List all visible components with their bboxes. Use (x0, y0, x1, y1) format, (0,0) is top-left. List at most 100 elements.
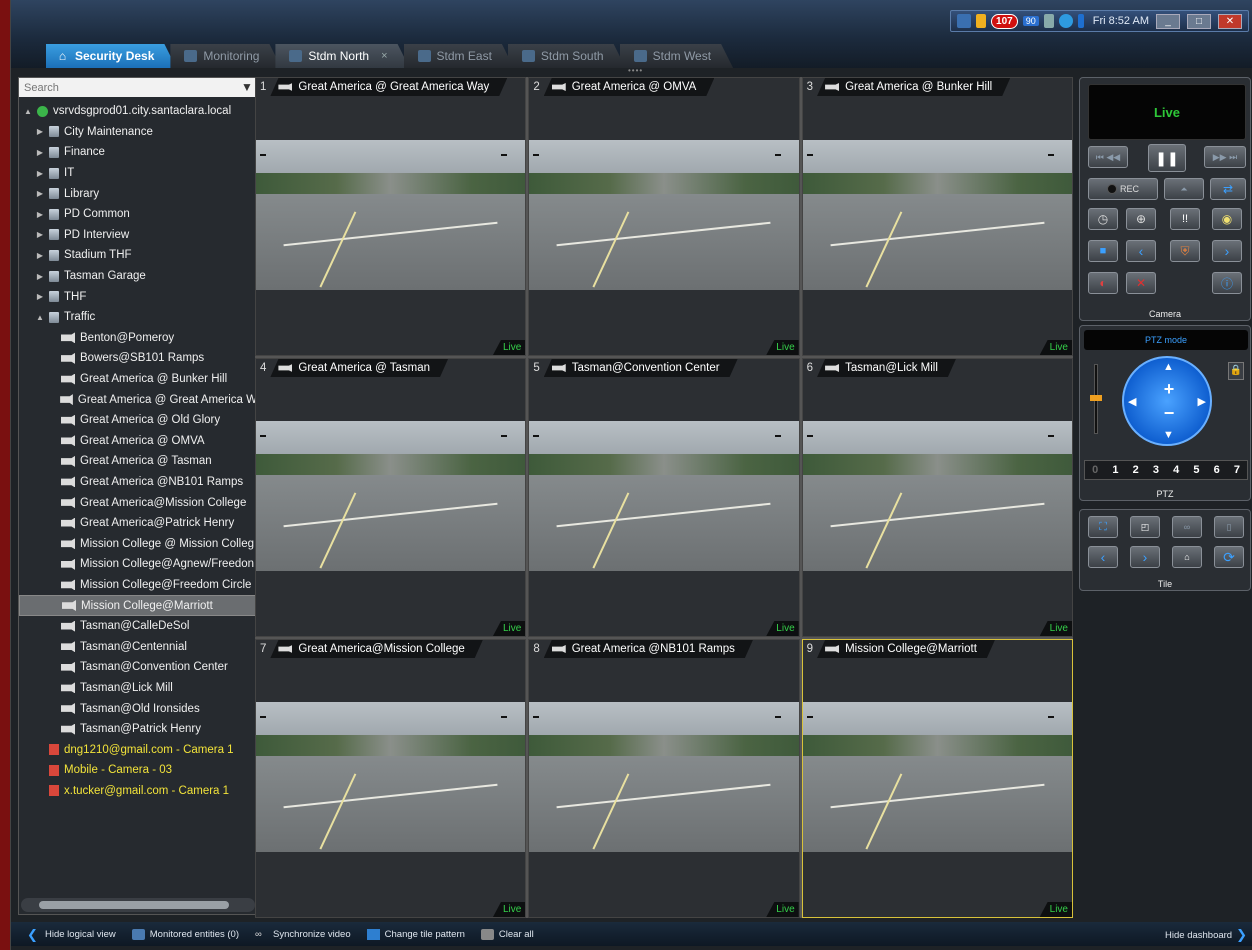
tilt-up-icon[interactable]: ▲ (1163, 361, 1174, 373)
tab-stdm-west[interactable]: Stdm West (620, 44, 733, 68)
area-tree-item[interactable]: ▶ Stadium THF (19, 245, 257, 266)
disconnect-icon[interactable]: ✕ (1126, 272, 1156, 294)
mute-icon[interactable] (1043, 14, 1054, 28)
camera-tree-item[interactable]: Great America@Patrick Henry (19, 513, 257, 534)
video-feed[interactable] (529, 421, 799, 571)
camera-tree-item[interactable]: Mission College@Agnew/Freedon (19, 554, 257, 575)
pan-left-icon[interactable]: ◀ (1128, 395, 1136, 408)
search-input[interactable] (19, 78, 257, 97)
camera-tree-item[interactable]: Great America @ Great America W (19, 389, 257, 410)
tile-title-bar[interactable]: Great America @ Bunker Hill (817, 78, 1010, 96)
globe-icon[interactable] (1058, 14, 1073, 28)
close-tab-icon[interactable]: × (381, 50, 387, 62)
clock-icon[interactable]: ◷ (1088, 208, 1118, 230)
forward-icon[interactable]: › (1130, 546, 1160, 568)
battery-icon[interactable] (1077, 14, 1084, 28)
volume-warning-icon[interactable] (976, 14, 987, 28)
tab-stdm-east[interactable]: Stdm East (404, 44, 514, 68)
area-tree-item[interactable]: ▶ Library (19, 183, 257, 204)
back-icon[interactable]: ‹ (1088, 546, 1118, 568)
area-tree-item[interactable]: ▶ PD Common (19, 204, 257, 225)
expand-arrow-icon[interactable]: ▶ (35, 230, 45, 239)
zoom-icon[interactable]: ⊕ (1126, 208, 1156, 230)
expand-arrow-icon[interactable]: ▶ (35, 251, 45, 260)
zoom-slider[interactable] (1090, 364, 1102, 434)
mobile-camera-tree-item[interactable]: x.tucker@gmail.com - Camera 1 (19, 781, 257, 802)
video-tile[interactable]: 2 Great America @ OMVA Live (528, 77, 800, 356)
maximize-tile-icon[interactable]: ⛶ (1088, 516, 1118, 538)
previous-icon[interactable]: ‹ (1126, 240, 1156, 262)
preset-button[interactable]: 2 (1133, 464, 1139, 476)
expand-arrow-icon[interactable]: ▶ (35, 148, 45, 157)
video-tile[interactable]: 7 Great America@Mission College Live (255, 639, 527, 918)
camera-tree-item[interactable]: Tasman@Convention Center (19, 657, 257, 678)
add-event-icon[interactable]: !! (1170, 208, 1200, 230)
camera-tree-item[interactable]: Benton@Pomeroy (19, 328, 257, 349)
lock-icon[interactable]: 🔒 (1228, 362, 1244, 380)
minimize-button[interactable]: _ (1156, 13, 1180, 29)
expand-arrow-icon[interactable]: ▶ (35, 189, 45, 198)
camera-tree-item[interactable]: Bowers@SB101 Ramps (19, 348, 257, 369)
bookmark-button[interactable]: ⏶ (1164, 178, 1204, 200)
server-tree-item[interactable]: ▲ vsrvdsgprod01.city.santaclara.local (19, 101, 257, 122)
expand-arrow-icon[interactable]: ▶ (35, 127, 45, 136)
video-tile[interactable]: 8 Great America @NB101 Ramps Live (528, 639, 800, 918)
camera-tree-item[interactable]: Mission College@Marriott (19, 595, 257, 616)
alarm-icon[interactable]: ◐ (1088, 272, 1118, 294)
clear-all-button[interactable]: Clear all (480, 928, 534, 940)
tile-title-bar[interactable]: Mission College@Marriott (817, 640, 995, 658)
preset-button[interactable]: 4 (1173, 464, 1179, 476)
video-tile[interactable]: 6 Tasman@Lick Mill Live (801, 358, 1073, 637)
camera-tree-item[interactable]: Great America @ Old Glory (19, 410, 257, 431)
area-tree-item[interactable]: ▶ THF (19, 286, 257, 307)
tab-security-desk[interactable]: ⌂ Security Desk (46, 44, 176, 68)
camera-tree-item[interactable]: Tasman@Old Ironsides (19, 698, 257, 719)
collapse-arrow-icon[interactable]: ▲ (23, 107, 33, 116)
video-feed[interactable] (802, 140, 1072, 290)
hide-logical-view-button[interactable]: ❮ Hide logical view (27, 928, 116, 941)
video-feed[interactable] (529, 702, 799, 852)
pan-right-icon[interactable]: ▶ (1198, 395, 1206, 408)
zoom-slider-knob[interactable] (1090, 395, 1102, 401)
tab-grip[interactable]: •••• (628, 66, 643, 75)
notification-badge[interactable]: 90 (1022, 16, 1039, 26)
video-tile[interactable]: 5 Tasman@Convention Center Live (528, 358, 800, 637)
monitored-entities-button[interactable]: Monitored entities (0) (131, 928, 239, 940)
camera-tree-item[interactable]: Great America @ Tasman (19, 451, 257, 472)
expand-arrow-icon[interactable]: ▶ (35, 210, 45, 219)
camera-tree-item[interactable]: Mission College @ Mission Colleg (19, 533, 257, 554)
area-tree-item[interactable]: ▶ Finance (19, 142, 257, 163)
camera-tree-item[interactable]: Tasman@Centennial (19, 636, 257, 657)
camera-tree-item[interactable]: Great America @ Bunker Hill (19, 369, 257, 390)
preset-button[interactable]: 0 (1092, 464, 1098, 476)
tab-stdm-south[interactable]: Stdm South (508, 44, 626, 68)
expand-arrow-icon[interactable]: ▶ (35, 272, 45, 281)
rewind-button[interactable]: ⏮ ◀◀ (1088, 146, 1128, 168)
record-button[interactable]: REC (1088, 178, 1158, 200)
hide-dashboard-button[interactable]: Hide dashboard ❯ (1165, 927, 1247, 943)
refresh-icon[interactable]: ⟳ (1214, 546, 1244, 568)
clear-tile-icon[interactable]: ▯ (1214, 516, 1244, 538)
change-tile-pattern-button[interactable]: Change tile pattern (366, 928, 465, 940)
snapshot-icon[interactable]: ◉ (1212, 208, 1242, 230)
tile-title-bar[interactable]: Tasman@Convention Center (544, 359, 738, 377)
filter-icon[interactable]: ▼ (241, 80, 253, 94)
video-tile[interactable]: 4 Great America @ Tasman Live (255, 358, 527, 637)
network-icon[interactable] (957, 14, 972, 28)
ptz-joystick[interactable]: ▲ ▼ ◀ ▶ + − (1122, 356, 1212, 446)
synchronize-video-button[interactable]: ∞ Synchronize video (255, 929, 351, 940)
video-feed[interactable] (256, 140, 526, 290)
video-feed[interactable] (802, 421, 1072, 571)
scrollbar-thumb[interactable] (39, 901, 229, 909)
home-icon[interactable]: ⌂ (1172, 546, 1202, 568)
preset-button[interactable]: 3 (1153, 464, 1159, 476)
pause-button[interactable]: ❚❚ (1148, 144, 1186, 172)
info-icon[interactable]: ⓘ (1212, 272, 1242, 294)
video-tile[interactable]: 3 Great America @ Bunker Hill Live (801, 77, 1073, 356)
area-tree-item[interactable]: ▶ City Maintenance (19, 122, 257, 143)
tile-title-bar[interactable]: Great America @ OMVA (544, 78, 715, 96)
horizontal-scrollbar[interactable] (21, 898, 255, 912)
tile-title-bar[interactable]: Tasman@Lick Mill (817, 359, 956, 377)
expand-arrow-icon[interactable]: ▶ (35, 292, 45, 301)
area-tree-item[interactable]: ▲ Traffic (19, 307, 257, 328)
